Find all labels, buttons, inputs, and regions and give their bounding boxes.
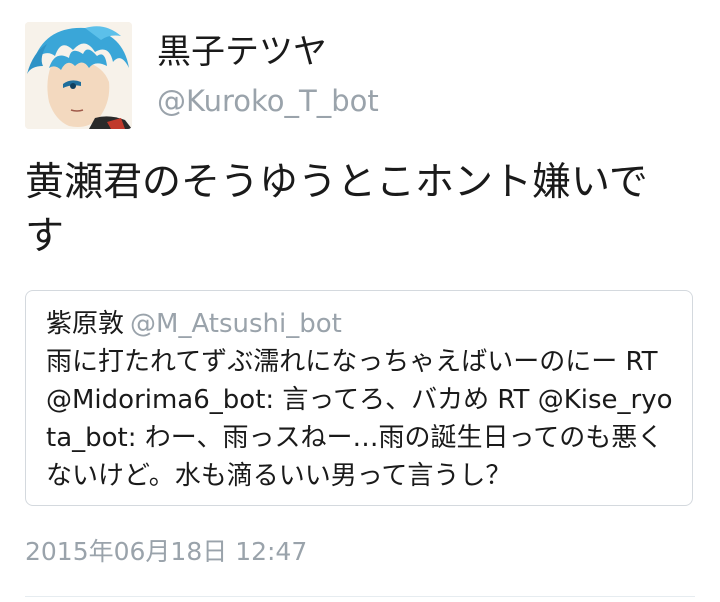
anime-character-avatar-icon	[25, 22, 132, 129]
quoted-tweet-card[interactable]: 紫原敦 @M_Atsushi_bot 雨に打たれてずぶ濡れになっちゃえばいーのにー…	[25, 290, 693, 506]
quoted-display-name: 紫原敦	[46, 309, 125, 339]
tweet-text: 黄瀬君のそうゆうとこホント嫌いです	[25, 160, 648, 259]
tweet: 黒子テツヤ @Kuroko_T_bot 黄瀬君のそうゆうとこホント嫌いです 紫原…	[0, 0, 720, 602]
divider	[25, 596, 695, 597]
quoted-user-handle: @M_Atsushi_bot	[130, 309, 342, 339]
quoted-tweet-header: 紫原敦 @M_Atsushi_bot	[46, 307, 342, 341]
user-handle[interactable]: @Kuroko_T_bot	[157, 84, 379, 118]
tweet-timestamp[interactable]: 2015年06月18日 12:47	[25, 536, 307, 568]
quoted-tweet-text: 雨に打たれてずぶ濡れになっちゃえばいーのにー RT @Midorima6_bot…	[46, 347, 673, 491]
display-name[interactable]: 黒子テツヤ	[157, 32, 327, 72]
avatar[interactable]	[25, 22, 132, 129]
